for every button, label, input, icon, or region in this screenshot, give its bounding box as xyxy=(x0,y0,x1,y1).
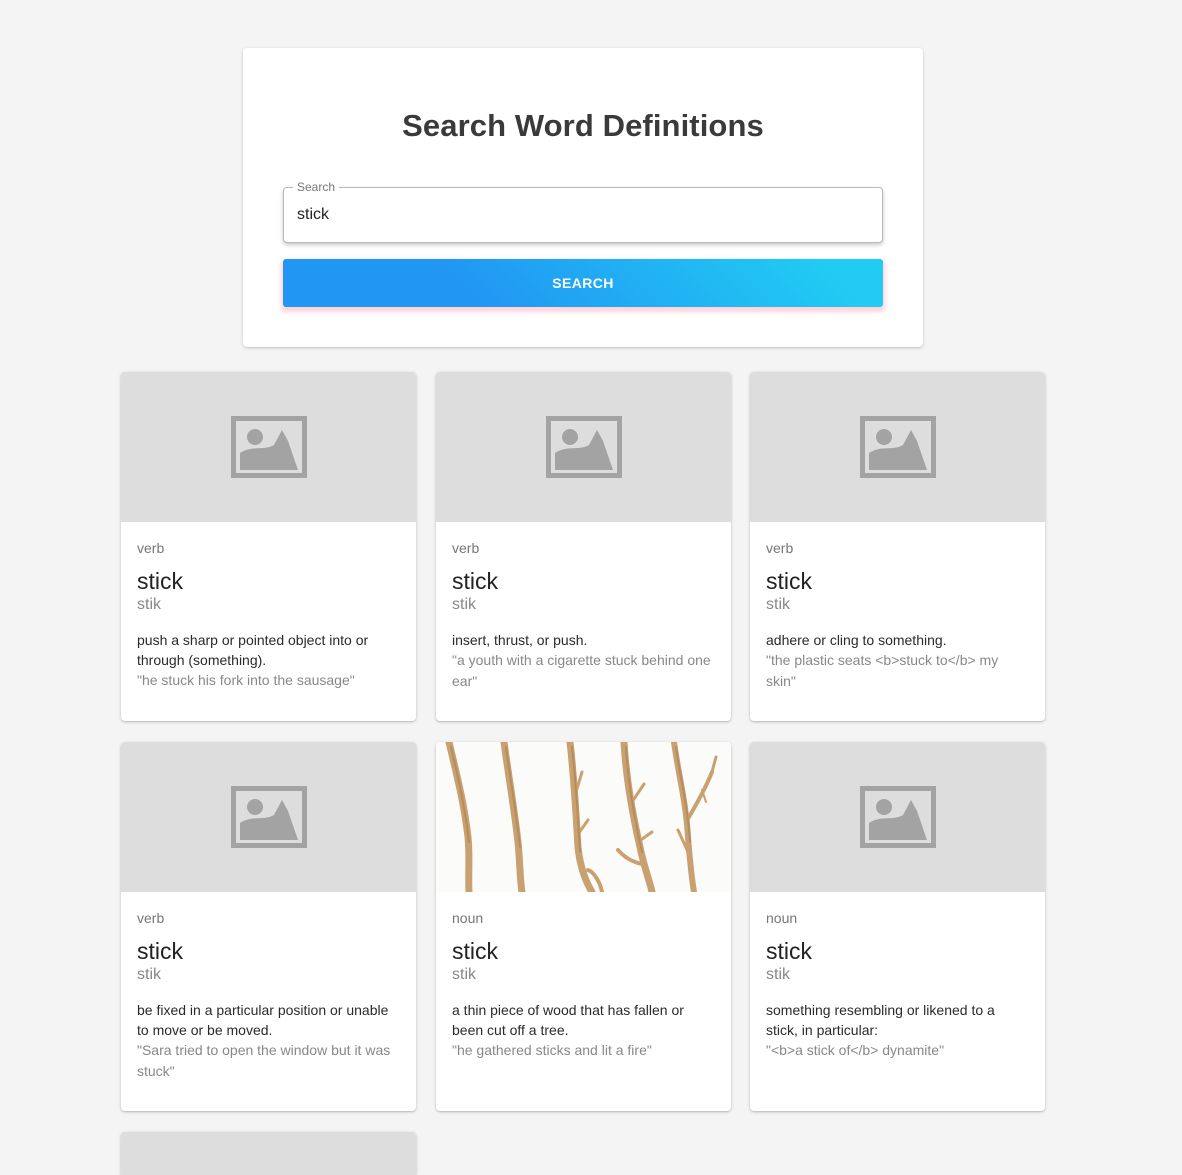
card-definition: something resembling or likened to a sti… xyxy=(766,1002,995,1038)
card-word: stick xyxy=(452,938,498,964)
card-word: stick xyxy=(452,568,498,594)
search-panel: Search Word Definitions Search Search xyxy=(243,48,923,347)
card-word: stick xyxy=(137,568,183,594)
card-media xyxy=(121,372,416,522)
search-input[interactable] xyxy=(297,188,867,242)
part-of-speech: noun xyxy=(452,910,484,926)
definition-card[interactable]: verb stick stik push a sharp or pointed … xyxy=(121,372,416,721)
part-of-speech: verb xyxy=(766,540,794,556)
card-media xyxy=(121,1132,416,1175)
search-button[interactable]: Search xyxy=(283,259,883,307)
card-word: stick xyxy=(137,938,183,964)
card-phonetic: stik xyxy=(766,596,790,613)
image-placeholder-icon xyxy=(230,416,307,478)
card-definition: insert, thrust, or push. xyxy=(452,632,588,648)
card-media xyxy=(750,742,1045,892)
card-word: stick xyxy=(766,938,812,964)
part-of-speech: verb xyxy=(452,540,480,556)
part-of-speech: verb xyxy=(137,910,165,926)
card-example: "a youth with a cigarette stuck behind o… xyxy=(452,652,711,689)
wooden-sticks-photo xyxy=(436,742,731,892)
card-phonetic: stik xyxy=(137,596,161,613)
card-media xyxy=(121,742,416,892)
image-placeholder-icon xyxy=(545,416,622,478)
card-media xyxy=(750,372,1045,522)
card-media xyxy=(436,742,731,892)
page-title: Search Word Definitions xyxy=(402,108,764,143)
definition-card[interactable]: verb stick stik insert, thrust, or push.… xyxy=(436,372,731,721)
card-definition: adhere or cling to something. xyxy=(766,632,947,648)
card-phonetic: stik xyxy=(766,966,790,983)
card-definition: a thin piece of wood that has fallen or … xyxy=(452,1002,684,1038)
card-phonetic: stik xyxy=(452,966,476,983)
card-example: "Sara tried to open the window but it wa… xyxy=(137,1042,391,1079)
image-placeholder-icon xyxy=(859,416,936,478)
card-media xyxy=(436,372,731,522)
card-example: "he stuck his fork into the sausage" xyxy=(137,672,355,688)
definition-card[interactable]: verb stick stik be fixed in a particular… xyxy=(121,742,416,1111)
definition-card[interactable]: noun stick stik something resembling or … xyxy=(750,742,1045,1111)
card-example: "<b>a stick of</b> dynamite" xyxy=(766,1042,945,1058)
part-of-speech: verb xyxy=(137,540,165,556)
card-word: stick xyxy=(766,568,812,594)
image-placeholder-icon xyxy=(230,786,307,848)
card-example: "the plastic seats <b>stuck to</b> my sk… xyxy=(766,652,999,689)
search-field[interactable]: Search xyxy=(283,180,883,243)
card-definition: be fixed in a particular position or una… xyxy=(137,1002,389,1038)
definition-card[interactable]: verb stick stik adhere or cling to somet… xyxy=(750,372,1045,721)
image-placeholder-icon xyxy=(859,786,936,848)
card-phonetic: stik xyxy=(452,596,476,613)
definition-card[interactable]: noun stick stik a thin piece of wood tha… xyxy=(436,742,731,1111)
card-definition: push a sharp or pointed object into or t… xyxy=(137,632,369,668)
part-of-speech: noun xyxy=(766,910,798,926)
card-phonetic: stik xyxy=(137,966,161,983)
definition-card[interactable] xyxy=(121,1132,416,1175)
card-example: "he gathered sticks and lit a fire" xyxy=(452,1042,652,1058)
